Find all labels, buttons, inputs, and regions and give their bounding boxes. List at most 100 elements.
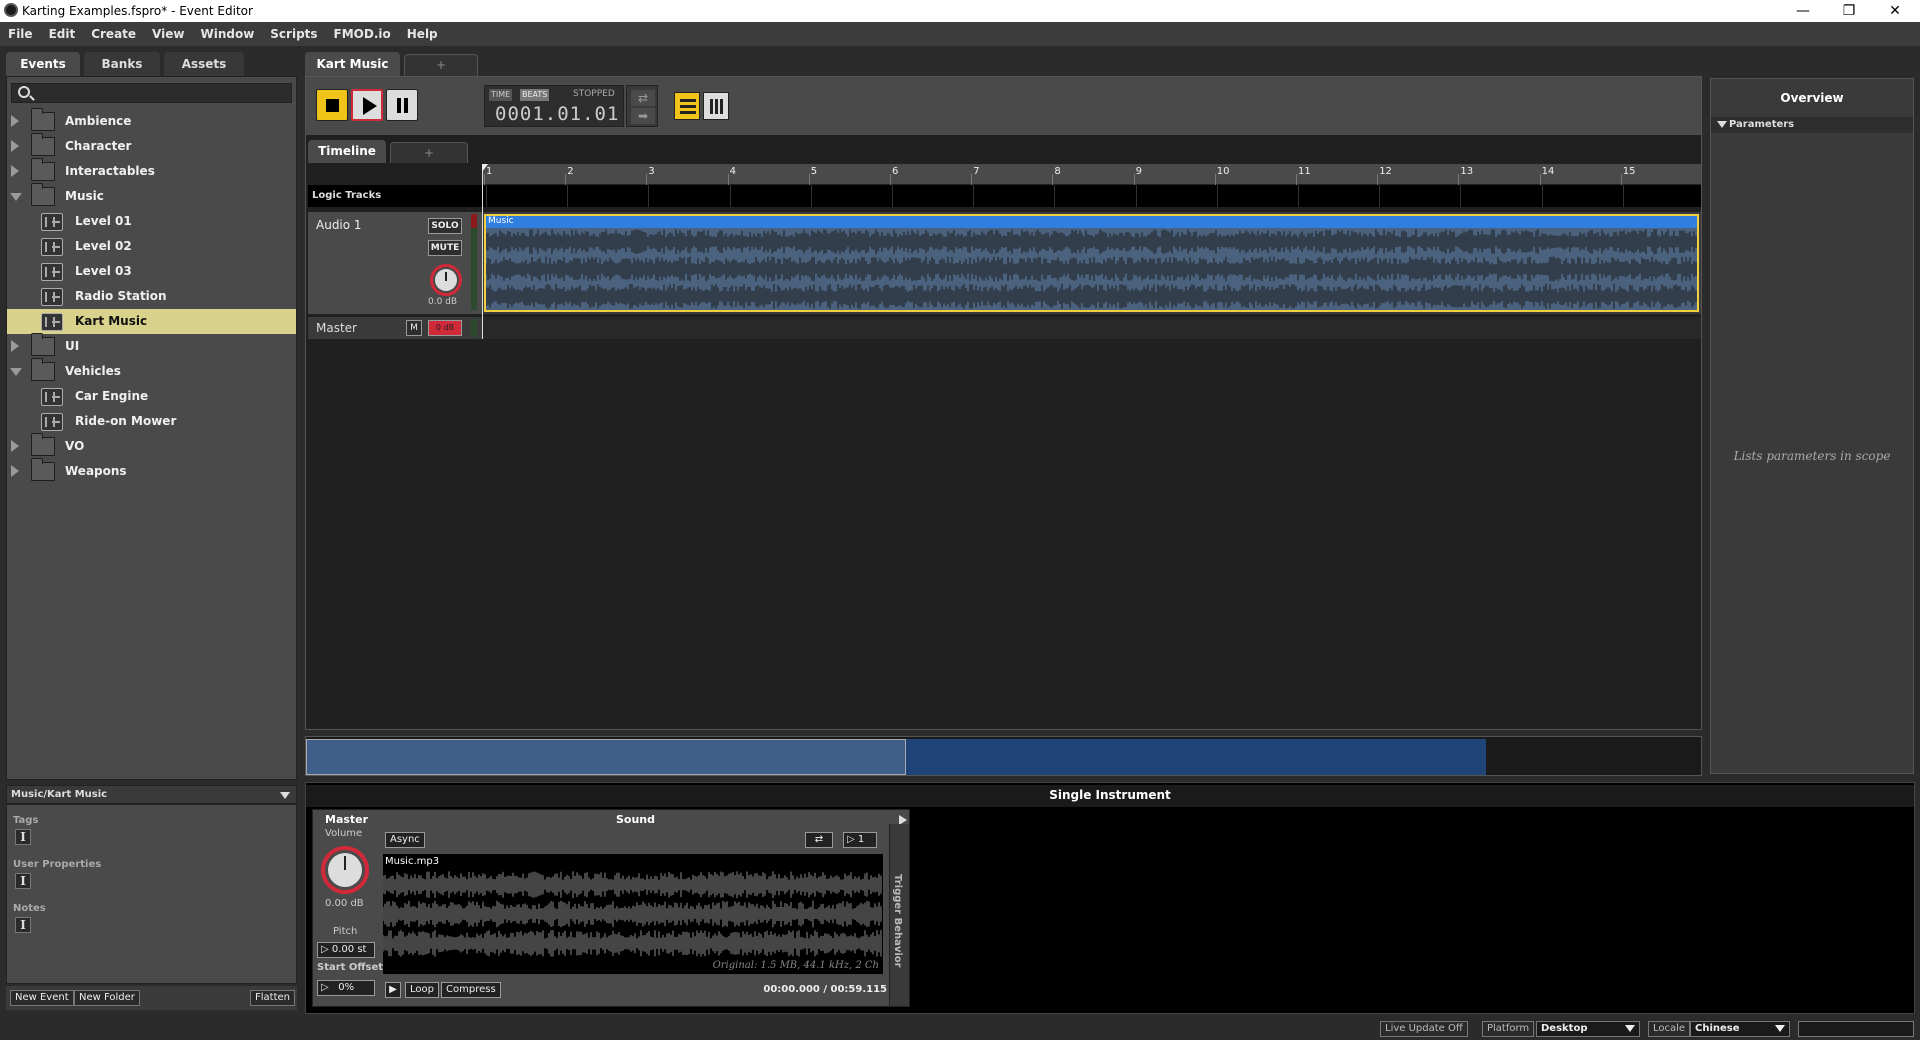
tree-folder[interactable]: Vehicles <box>7 358 296 384</box>
tab-events[interactable]: Events <box>6 52 80 76</box>
expand-arrow-right-icon[interactable] <box>11 140 19 152</box>
tree-event[interactable]: Level 03 <box>7 259 296 284</box>
play-button[interactable] <box>351 89 383 121</box>
tree-event[interactable]: Radio Station <box>7 284 296 309</box>
menu-fmod-io[interactable]: FMOD.io <box>326 22 399 46</box>
properties-header[interactable]: Music/Kart Music <box>6 785 297 804</box>
playhead[interactable] <box>482 164 488 339</box>
tree-folder[interactable]: Ambience <box>7 108 296 134</box>
loop-icon[interactable]: ⇄ <box>631 90 655 106</box>
expand-arrow-down-icon[interactable] <box>10 193 22 201</box>
folder-icon <box>31 333 55 356</box>
ruler-tick <box>1377 174 1379 185</box>
tree-event[interactable]: Car Engine <box>7 384 296 409</box>
new-event-button[interactable]: New Event <box>10 990 74 1006</box>
master-volume-fader[interactable]: 0 dB <box>428 320 462 336</box>
tree-folder[interactable]: Weapons <box>7 458 296 484</box>
platform-select[interactable]: Desktop <box>1536 1021 1640 1037</box>
live-update-button[interactable]: Live Update Off <box>1380 1021 1468 1037</box>
clip-title-bar[interactable]: Music <box>486 216 1697 228</box>
menu-scripts[interactable]: Scripts <box>262 22 325 46</box>
mute-button[interactable]: MUTE <box>428 240 462 256</box>
expand-arrow-right-icon[interactable] <box>11 115 19 127</box>
level-meter <box>471 214 477 310</box>
tab-assets[interactable]: Assets <box>164 52 244 76</box>
parameters-section-header[interactable]: Parameters <box>1711 117 1913 133</box>
trigger-behavior-strip[interactable]: Trigger Behavior <box>889 824 909 1006</box>
expand-arrow-right-icon[interactable] <box>11 440 19 452</box>
tree-event[interactable]: Ride-on Mower <box>7 409 296 434</box>
loop-controls: ⇄ ➡ <box>626 85 658 127</box>
new-folder-button[interactable]: New Folder <box>74 990 140 1006</box>
loop-toggle-button[interactable]: Loop <box>405 982 439 998</box>
close-button[interactable]: ✕ <box>1872 0 1918 22</box>
search-input[interactable] <box>11 83 292 103</box>
tree-folder[interactable]: Interactables <box>7 158 296 184</box>
list-view-icon[interactable] <box>674 92 700 120</box>
tab-timeline[interactable]: Timeline <box>308 140 386 163</box>
loop-playback-icon[interactable]: ⇄ <box>805 832 833 848</box>
maximize-button[interactable]: ❐ <box>1826 0 1872 22</box>
minimize-button[interactable]: — <box>1780 0 1826 22</box>
async-toggle[interactable]: Async <box>385 832 425 848</box>
master-track-lane[interactable] <box>482 317 1701 339</box>
scroll-thumb[interactable] <box>306 739 906 775</box>
ruler-tick-label: 9 <box>1135 166 1142 177</box>
tree-folder[interactable]: Character <box>7 133 296 159</box>
beats-mode-toggle[interactable]: BEATS <box>520 89 550 101</box>
follow-playhead-icon[interactable]: ➡ <box>631 108 655 124</box>
master-track-header[interactable]: Master M 0 dB <box>308 317 482 339</box>
loop-count-field[interactable]: ▷ 1 <box>843 832 877 848</box>
expand-arrow-down-icon[interactable] <box>10 368 22 376</box>
add-parameter-tab-button[interactable]: + <box>390 142 468 163</box>
event-tab-kart-music[interactable]: Kart Music <box>305 52 400 76</box>
logic-gridline <box>1460 185 1462 207</box>
pitch-field[interactable]: ▷ 0.00 st <box>317 942 375 958</box>
logic-gridline <box>1298 185 1299 207</box>
notes-text-icon[interactable]: I <box>15 917 31 933</box>
tags-text-icon[interactable]: I <box>15 829 31 845</box>
preview-play-button[interactable]: ▶ <box>385 982 401 998</box>
timeline-ruler[interactable]: 1 2 3 4 5 6 7 8 9 10 11 12 13 14 15 <box>482 164 1701 185</box>
audio-track-header[interactable]: Audio 1 SOLO MUTE 0.0 dB <box>308 212 482 314</box>
volume-knob[interactable] <box>430 264 462 296</box>
user-properties-text-icon[interactable]: I <box>15 873 31 889</box>
instrument-volume-knob[interactable] <box>321 846 369 894</box>
flatten-button[interactable]: Flatten <box>250 990 295 1006</box>
tree-folder[interactable]: Music <box>7 183 296 209</box>
pitch-value: 0.00 st <box>331 944 367 955</box>
expand-arrow-right-icon[interactable] <box>11 340 19 352</box>
tree-event[interactable]: Level 02 <box>7 234 296 259</box>
add-event-tab-button[interactable]: + <box>404 54 478 76</box>
expand-arrow-right-icon[interactable] <box>11 465 19 477</box>
solo-button[interactable]: SOLO <box>428 218 462 234</box>
menu-window[interactable]: Window <box>192 22 262 46</box>
menu-edit[interactable]: Edit <box>41 22 84 46</box>
tree-event[interactable]: Kart Music <box>7 309 296 334</box>
chevron-down-icon[interactable] <box>280 792 290 799</box>
locale-select[interactable]: Chinese <box>1690 1021 1790 1037</box>
fmod-app-icon <box>4 3 18 17</box>
expand-arrow-right-icon[interactable] <box>11 165 19 177</box>
music-clip[interactable]: Music <box>484 214 1699 312</box>
sound-waveform-area[interactable]: Music.mp3 Original: 1.5 MB, 44.1 kHz, 2 … <box>383 854 883 974</box>
time-mode-toggle[interactable]: TIME <box>489 89 513 101</box>
tree-folder[interactable]: VO <box>7 433 296 459</box>
menu-view[interactable]: View <box>144 22 192 46</box>
pause-button[interactable] <box>386 89 418 121</box>
menu-file[interactable]: File <box>0 22 41 46</box>
menu-help[interactable]: Help <box>399 22 446 46</box>
compress-toggle-button[interactable]: Compress <box>441 982 501 998</box>
tab-banks[interactable]: Banks <box>84 52 160 76</box>
master-mute-button[interactable]: M <box>406 320 422 336</box>
audio-track-lane[interactable]: Music <box>482 212 1701 314</box>
menu-create[interactable]: Create <box>83 22 144 46</box>
chevron-down-icon[interactable] <box>1717 121 1727 128</box>
start-offset-field[interactable]: ▷ 0% <box>317 980 375 996</box>
tree-folder[interactable]: UI <box>7 333 296 359</box>
deck-view-icon[interactable] <box>703 92 729 120</box>
logic-gridline <box>1541 185 1543 207</box>
timeline-scrollbar[interactable] <box>305 736 1702 776</box>
stop-button[interactable] <box>316 89 348 121</box>
tree-event[interactable]: Level 01 <box>7 209 296 234</box>
